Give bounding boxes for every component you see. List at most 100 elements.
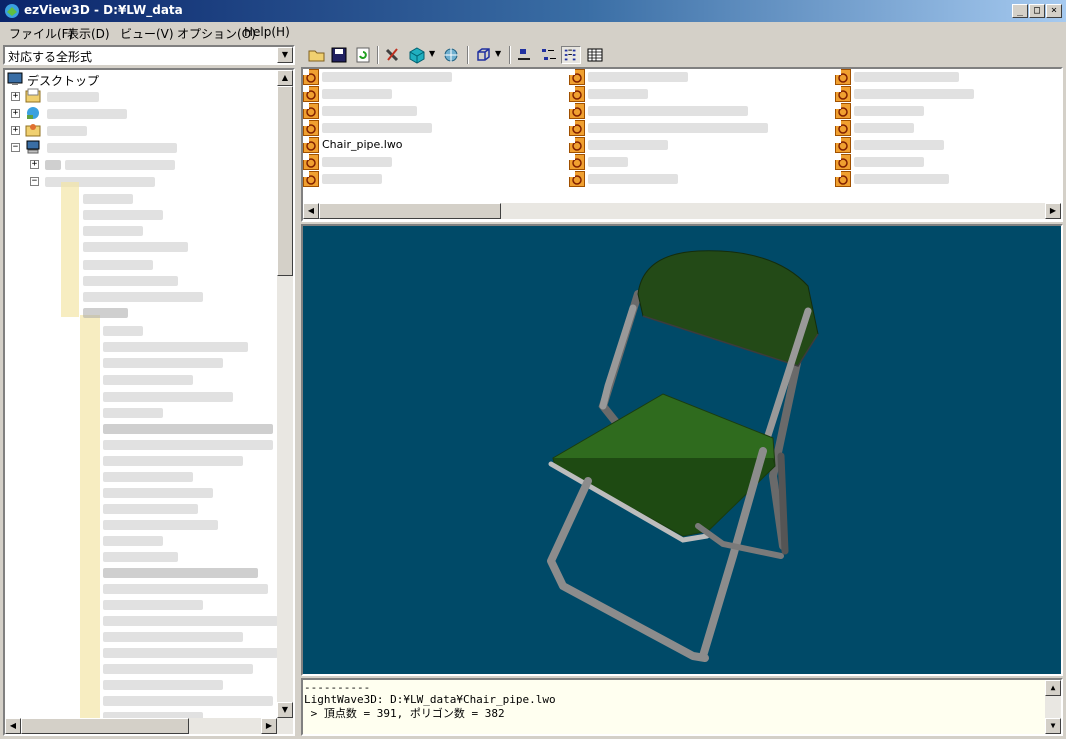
- maximize-button[interactable]: □: [1029, 4, 1045, 18]
- open-folder-icon[interactable]: [307, 46, 327, 64]
- chevron-down-icon[interactable]: ▼: [429, 49, 435, 58]
- file-item[interactable]: [303, 120, 563, 137]
- chevron-down-icon[interactable]: ▼: [277, 47, 293, 63]
- lightwave-file-icon: [303, 154, 319, 170]
- blurred-label: [103, 680, 223, 690]
- blurred-label: [854, 174, 949, 184]
- file-item[interactable]: [569, 154, 829, 171]
- file-item[interactable]: [303, 69, 563, 86]
- scroll-up-icon[interactable]: ▲: [1045, 680, 1061, 696]
- blurred-label: [83, 210, 163, 220]
- folder-tree[interactable]: デスクトップ + + + − + − ▲ ▼ ◀ ▶: [3, 68, 295, 736]
- file-item[interactable]: [303, 154, 563, 171]
- tree-vertical-scrollbar[interactable]: ▲ ▼: [277, 70, 293, 718]
- blurred-label: [47, 109, 127, 119]
- filelist-horizontal-scrollbar[interactable]: ◀ ▶: [303, 203, 1061, 219]
- scroll-thumb[interactable]: [319, 203, 501, 219]
- close-button[interactable]: ×: [1046, 4, 1062, 18]
- cube-icon[interactable]: [407, 46, 427, 64]
- scroll-right-icon[interactable]: ▶: [1045, 203, 1061, 219]
- file-item[interactable]: [569, 69, 829, 86]
- lightwave-file-icon: [569, 69, 585, 85]
- blurred-label: [103, 504, 198, 514]
- save-icon[interactable]: [329, 46, 349, 64]
- expand-icon[interactable]: +: [30, 160, 39, 169]
- title-bar: ezView3D - D:¥LW_data _ □ ×: [0, 0, 1066, 22]
- file-item[interactable]: [569, 86, 829, 103]
- blurred-label: [103, 408, 163, 418]
- file-item[interactable]: [303, 86, 563, 103]
- file-item[interactable]: [569, 137, 829, 154]
- blurred-label: [103, 648, 278, 658]
- desktop-icon: [7, 72, 23, 85]
- toolbar-separator: [467, 46, 469, 64]
- blurred-label: [83, 292, 203, 302]
- blurred-label: [588, 72, 688, 82]
- lightwave-file-icon: [303, 103, 319, 119]
- drive-icon: [45, 160, 61, 170]
- lightwave-file-icon: [835, 120, 851, 136]
- file-item[interactable]: [835, 137, 1061, 154]
- scroll-down-icon[interactable]: ▼: [1045, 718, 1061, 734]
- file-item[interactable]: [835, 86, 1061, 103]
- chevron-down-icon[interactable]: ▼: [495, 49, 501, 58]
- blurred-label: [83, 226, 143, 236]
- lightwave-file-icon: [569, 86, 585, 102]
- blurred-label: [588, 89, 648, 99]
- scroll-thumb[interactable]: [21, 718, 189, 734]
- expand-icon[interactable]: +: [11, 92, 20, 101]
- scroll-left-icon[interactable]: ◀: [303, 203, 319, 219]
- menu-help[interactable]: Help(H): [244, 25, 290, 39]
- rotate-icon[interactable]: [441, 46, 461, 64]
- file-list[interactable]: Chair_pipe.lwo ◀ ▶: [301, 67, 1063, 222]
- refresh-icon[interactable]: [353, 46, 373, 64]
- file-item[interactable]: [835, 154, 1061, 171]
- file-type-filter-select[interactable]: 対応する全形式 ▼: [3, 45, 295, 65]
- scroll-up-icon[interactable]: ▲: [277, 70, 293, 86]
- tree-horizontal-scrollbar[interactable]: ◀ ▶: [5, 718, 293, 734]
- blurred-label: [103, 342, 248, 352]
- file-item[interactable]: [569, 103, 829, 120]
- scroll-thumb[interactable]: [277, 86, 293, 276]
- large-icons-icon[interactable]: [515, 46, 535, 64]
- log-vertical-scrollbar[interactable]: ▲ ▼: [1045, 680, 1061, 734]
- lightwave-file-icon: [303, 86, 319, 102]
- expand-icon[interactable]: +: [11, 109, 20, 118]
- minimize-button[interactable]: _: [1012, 4, 1028, 18]
- log-output-panel[interactable]: ---------- LightWave3D: D:¥LW_data¥Chair…: [301, 678, 1063, 736]
- blurred-label: [322, 106, 417, 116]
- expand-icon[interactable]: +: [11, 126, 20, 135]
- file-item[interactable]: [835, 103, 1061, 120]
- details-view-icon[interactable]: [585, 46, 605, 64]
- file-item-selected[interactable]: Chair_pipe.lwo: [303, 137, 503, 154]
- list-view-toggle[interactable]: [561, 46, 581, 64]
- scroll-down-icon[interactable]: ▼: [277, 702, 293, 718]
- lightwave-file-icon: [569, 154, 585, 170]
- lightwave-file-icon: [835, 69, 851, 85]
- blurred-label: [83, 276, 178, 286]
- file-item[interactable]: [569, 171, 829, 188]
- menu-bar: ファイル(F) 表示(D) ビュー(V) オプション(O) Help(H): [0, 22, 1066, 42]
- blurred-label: [103, 424, 273, 434]
- menu-display[interactable]: 表示(D): [67, 25, 110, 42]
- file-item[interactable]: [835, 120, 1061, 137]
- file-item[interactable]: [835, 171, 1061, 188]
- box-outline-icon[interactable]: [473, 46, 493, 64]
- blurred-label: [322, 157, 392, 167]
- menu-view[interactable]: ビュー(V): [120, 25, 174, 42]
- lightwave-file-icon: [303, 171, 319, 187]
- small-icons-icon[interactable]: [539, 46, 559, 64]
- 3d-viewport[interactable]: [301, 224, 1063, 676]
- file-item[interactable]: [835, 69, 1061, 86]
- file-item[interactable]: [569, 120, 829, 137]
- file-item[interactable]: [303, 103, 563, 120]
- scroll-right-icon[interactable]: ▶: [261, 718, 277, 734]
- scroll-left-icon[interactable]: ◀: [5, 718, 21, 734]
- menu-file[interactable]: ファイル(F): [9, 25, 73, 42]
- folder-panel: 対応する全形式 ▼ デスクトップ + + + − + − ▲ ▼ ◀ ▶: [0, 43, 298, 739]
- tools-icon[interactable]: [383, 46, 403, 64]
- lightwave-file-icon: [303, 69, 319, 85]
- collapse-icon[interactable]: −: [11, 143, 20, 152]
- collapse-icon[interactable]: −: [30, 177, 39, 186]
- file-item[interactable]: [303, 171, 563, 188]
